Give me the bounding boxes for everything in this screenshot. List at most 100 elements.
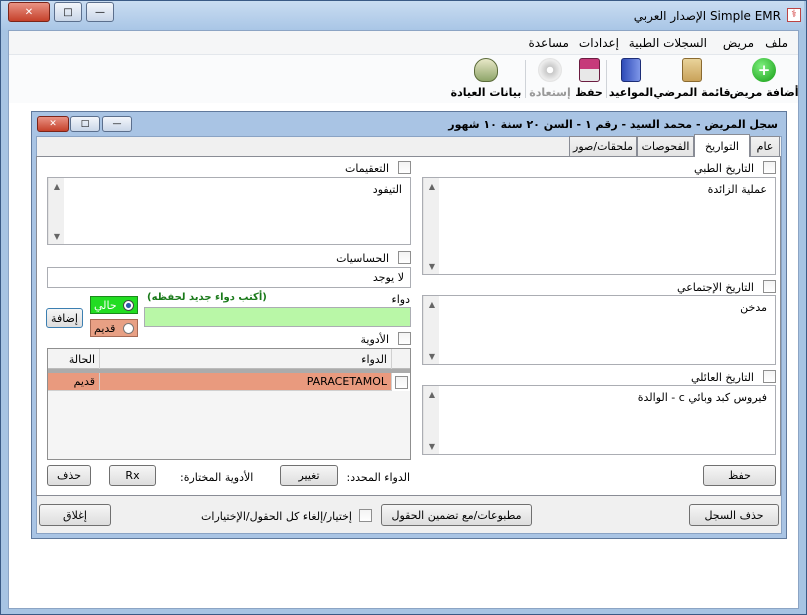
tab-histories[interactable]: التواريخ [694,134,750,157]
radio-unselected-icon [123,322,134,334]
add-patient-label: أضافة مريض [729,86,799,99]
grid-cell-status[interactable]: قديم [48,373,100,391]
social-history-label: التاريخ الإجتماعي [677,281,754,294]
tab-examinations[interactable]: الفحوصات [637,136,694,156]
allergies-checkbox[interactable] [398,251,411,264]
menu-patient[interactable]: مريض [723,36,754,50]
add-icon: + [752,58,776,82]
scroll-up-arrow-icon[interactable]: ▲ [424,178,440,194]
save-toolbar-label: حفظ [575,86,603,99]
medical-history-value: عملية الزائدة [707,183,767,196]
app-icon: ⚕ [787,8,801,22]
appointments-label: المواعيد [608,86,654,99]
selected-drug-label: الدواء المحدد: [346,471,410,484]
grid-col-status[interactable]: الحالة [48,349,100,369]
scroll-down-arrow-icon[interactable]: ▼ [424,258,440,274]
drug-input[interactable] [144,307,411,327]
grid-header-corner [392,349,410,369]
restore-label: إستعادة [529,86,571,99]
row-checkbox[interactable] [394,375,408,389]
medical-history-textarea[interactable]: ▲ ▼ عملية الزائدة [422,177,776,275]
grid-cell-drug[interactable]: PARACETAMOL [100,373,392,391]
drug-hint: (أكتب دواء جديد لحفظه) [147,292,267,303]
grid-col-drug[interactable]: الدواء [100,349,392,369]
scrollbar[interactable]: ▲ ▼ [423,296,439,364]
family-history-label: التاريخ العائلي [691,371,754,384]
allergies-label: الحساسيات [336,252,389,265]
clipboard-icon [682,58,702,82]
mortar-pestle-icon [474,58,498,82]
scroll-up-arrow-icon[interactable]: ▲ [49,178,65,194]
close-record-button[interactable]: إغلاق [39,504,111,526]
menu-help[interactable]: مساعدة [528,36,569,50]
appointments-button[interactable]: المواعيد [608,56,654,100]
scroll-down-arrow-icon[interactable]: ▼ [424,438,440,454]
social-history-value: مدخن [740,301,767,314]
current-radio[interactable]: حالي [90,296,138,314]
record-restore-button[interactable]: □ [70,116,100,132]
toolbar-separator [525,60,526,98]
complications-label: التعقيمات [345,162,389,175]
medical-history-checkbox[interactable] [763,161,776,174]
social-history-checkbox[interactable] [763,280,776,293]
scroll-up-arrow-icon[interactable]: ▲ [424,296,440,312]
delete-record-button[interactable]: حذف السجل [689,504,779,526]
allergies-input[interactable]: لا يوجد [47,267,411,288]
record-title: سجل المريض - محمد السيد - رقم ١ - السن ٢… [448,118,778,131]
complications-textarea[interactable]: ▲ ▼ التيفود [47,177,411,245]
medications-label: الأدوية [360,333,390,346]
rx-button[interactable]: Rx [109,465,156,486]
window-maximize-button[interactable]: □ [54,2,82,22]
scrollbar[interactable]: ▲ ▼ [423,386,439,454]
clinic-data-label: بيانات العيادة [450,86,522,99]
record-minimize-button[interactable]: — [102,116,132,132]
family-history-checkbox[interactable] [763,370,776,383]
scroll-up-arrow-icon[interactable]: ▲ [424,386,440,402]
floppy-disk-icon [578,58,600,82]
add-patient-button[interactable]: + أضافة مريض [729,56,799,100]
family-history-textarea[interactable]: ▲ ▼ فيروس كبد وبائي c - الوالدة [422,385,776,455]
book-icon [621,58,641,82]
tab-general[interactable]: عام [750,136,780,156]
save-history-button[interactable]: حفظ [703,465,776,486]
restore-button[interactable]: إستعادة [529,56,571,100]
patient-list-label: قائمة المرضي [653,86,731,99]
clinic-data-button[interactable]: بيانات العيادة [450,56,522,100]
allergies-value: لا يوجد [372,271,404,284]
select-all-label: إختيار/إلغاء كل الحقول/الإختيارات [201,510,352,523]
scrollbar[interactable]: ▲ ▼ [423,178,439,274]
window-minimize-button[interactable]: — [86,2,114,22]
select-all-checkbox[interactable] [359,509,372,522]
patient-list-button[interactable]: قائمة المرضي [653,56,731,100]
drug-label: دواء [391,293,410,306]
window-title: Simple EMR الإصدار العربي [633,9,781,23]
save-toolbar-button[interactable]: حفظ [574,56,604,100]
scroll-down-arrow-icon[interactable]: ▼ [424,348,440,364]
window-close-button[interactable]: ✕ [8,2,50,22]
scrollbar[interactable]: ▲ ▼ [48,178,64,244]
scroll-down-arrow-icon[interactable]: ▼ [49,228,65,244]
print-button[interactable]: مطبوعات/مع تضمين الحقول [381,504,532,526]
medications-checkbox[interactable] [398,332,411,345]
social-history-textarea[interactable]: ▲ ▼ مدخن [422,295,776,365]
old-radio[interactable]: قديم [90,319,138,337]
delete-drug-button[interactable]: حذف [47,465,91,486]
complications-checkbox[interactable] [398,161,411,174]
menu-settings[interactable]: إعدادات [579,36,619,50]
change-button[interactable]: تغيير [280,465,338,486]
toolbar-separator [606,60,607,98]
menu-file[interactable]: ملف [765,36,788,50]
medical-history-label: التاريخ الطبي [694,162,754,175]
selected-meds-label: الأدوية المختارة: [180,471,254,484]
record-close-button[interactable]: ✕ [37,116,69,132]
cd-disc-icon [538,58,562,82]
menu-medical-records[interactable]: السجلات الطبية [629,36,707,50]
current-radio-label: حالي [94,298,117,312]
old-radio-label: قديم [94,321,116,335]
radio-selected-icon [123,299,134,311]
row-checkbox-cell[interactable] [392,373,410,391]
family-history-value: فيروس كبد وبائي c - الوالدة [637,391,767,404]
add-drug-button[interactable]: إضافة [46,308,83,328]
tab-attachments[interactable]: ملحقات/صور [569,136,637,156]
medications-grid[interactable]: الدواء الحالة PARACETAMOL قديم [47,348,411,460]
